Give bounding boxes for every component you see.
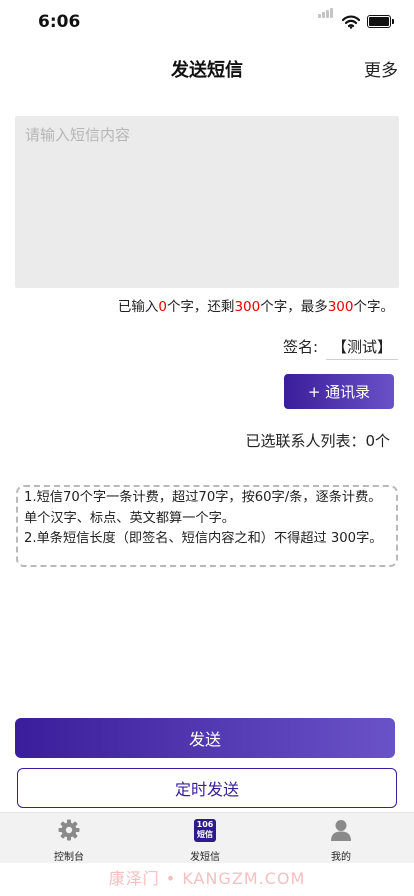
status-bar: 6:06 (0, 0, 414, 46)
counter-text: 个字，还剩 (166, 299, 235, 315)
gear-icon (29, 817, 109, 843)
note-line: 2.单条短信长度（即签名、短信内容之和）不得超过 300字。 (24, 531, 383, 546)
status-time: 6:06 (38, 12, 81, 32)
tab-console[interactable]: 控制台 (29, 817, 109, 863)
tab-send-sms[interactable]: 106 短信 发短信 (165, 817, 245, 863)
counter-text: 个字。 (353, 299, 395, 315)
tab-bar: 控制台 106 短信 发短信 我的 (0, 812, 414, 863)
tab-label: 控制台 (54, 852, 84, 863)
person-icon (301, 817, 381, 843)
add-contacts-button[interactable]: + 通讯录 (284, 374, 394, 409)
wifi-icon (341, 14, 361, 33)
badge-number: 106 (196, 820, 214, 829)
signature-field[interactable]: 【测试】 (326, 336, 398, 360)
char-counter: 已输入0个字，还剩300个字，最多300个字。 (118, 295, 394, 315)
battery-icon (367, 15, 394, 28)
nav-bar: 发送短信 更多 (0, 46, 414, 90)
counter-text: 已输入 (117, 299, 159, 315)
more-button[interactable]: 更多 (364, 56, 398, 81)
billing-notes: 1.短信70个字一条计费，超过70字，按60字/条，逐条计费。单个汉字、标点、英… (16, 485, 398, 567)
tab-label: 发短信 (190, 852, 220, 863)
counter-text: 个字，最多 (260, 299, 328, 315)
signature-label: 签名: (282, 338, 318, 356)
selected-contacts-text: 已选联系人列表：0个 (245, 432, 390, 450)
send-button[interactable]: 发送 (15, 718, 395, 758)
entered-count: 0 (158, 299, 167, 315)
tab-label: 我的 (331, 852, 351, 863)
page-title: 发送短信 (171, 60, 243, 81)
sms-content-input[interactable] (15, 116, 399, 288)
scheduled-send-button[interactable]: 定时发送 (17, 768, 397, 808)
tab-mine[interactable]: 我的 (301, 817, 381, 863)
max-count: 300 (327, 299, 354, 315)
badge-text: 短信 (197, 830, 213, 839)
sms-106-icon: 106 短信 (194, 818, 216, 842)
watermark: 康泽门 • KANGZM.COM (108, 869, 306, 888)
remaining-count: 300 (234, 299, 261, 315)
note-line: 1.短信70个字一条计费，超过70字，按60字/条，逐条计费。单个汉字、标点、英… (24, 490, 382, 526)
